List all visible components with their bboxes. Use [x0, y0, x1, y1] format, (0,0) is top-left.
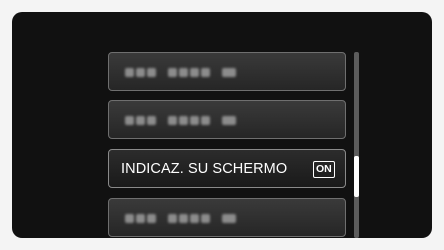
blurred-label: [125, 68, 238, 77]
scrollbar[interactable]: [354, 52, 359, 238]
menu-item-blurred-1[interactable]: [108, 52, 346, 91]
blurred-label: [125, 116, 238, 125]
menu-item-blurred-2[interactable]: [108, 100, 346, 139]
on-badge: ON: [313, 161, 335, 178]
scrollbar-thumb[interactable]: [354, 156, 359, 197]
blurred-label: [125, 214, 238, 223]
camera-menu-screen: INDICAZ. SU SCHERMO ON: [12, 12, 432, 238]
menu-item-blurred-3[interactable]: [108, 198, 346, 237]
menu-item-on-screen-display[interactable]: INDICAZ. SU SCHERMO ON: [108, 149, 346, 188]
menu-item-label: INDICAZ. SU SCHERMO: [121, 161, 288, 177]
